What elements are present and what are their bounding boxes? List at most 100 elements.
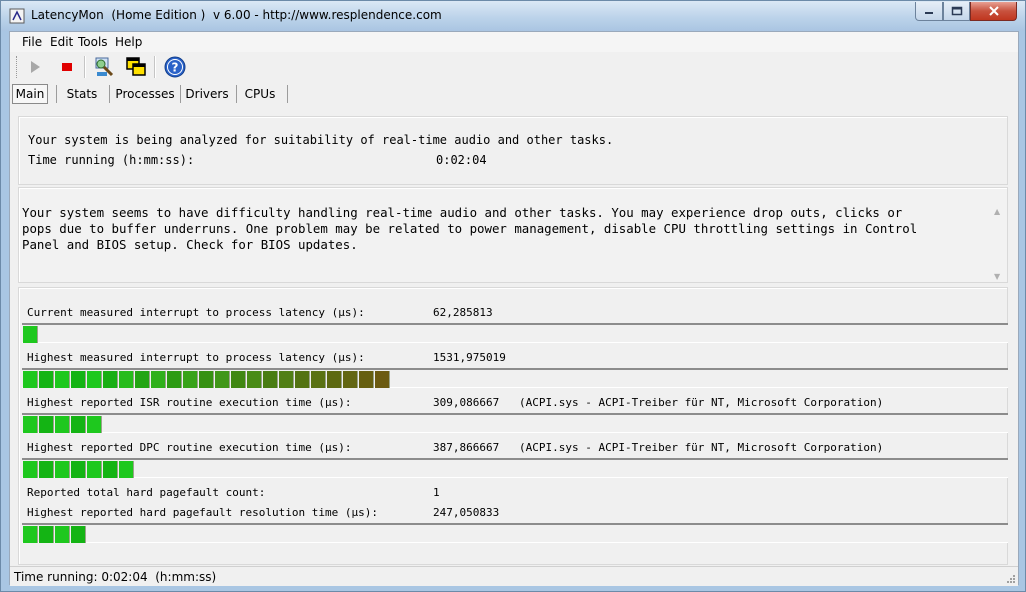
bar-segment xyxy=(375,371,390,388)
bar-segment xyxy=(327,371,342,388)
menu-edit[interactable]: Edit xyxy=(50,35,73,49)
bar-segment xyxy=(23,461,38,478)
menu-tools[interactable]: Tools xyxy=(78,35,108,49)
metric-label: Highest measured interrupt to process la… xyxy=(27,351,365,364)
metric-detail: (ACPI.sys - ACPI-Treiber für NT, Microso… xyxy=(519,396,884,409)
tab-stats[interactable]: Stats xyxy=(62,84,102,104)
bar-segment xyxy=(87,416,102,433)
menu-file[interactable]: File xyxy=(22,35,42,49)
close-button[interactable] xyxy=(970,2,1017,21)
time-running-value: 0:02:04 xyxy=(436,153,487,167)
client-area: File Edit Tools Help ? Main Stats Proces… xyxy=(9,31,1019,586)
maximize-button[interactable] xyxy=(943,2,970,21)
bar-segment xyxy=(103,461,118,478)
bar-segment xyxy=(119,371,134,388)
minimize-button[interactable] xyxy=(915,2,943,21)
bar-segment xyxy=(247,371,262,388)
metric-value: 309,086667 xyxy=(433,396,500,409)
toolbar-grip[interactable] xyxy=(16,56,20,78)
help-button[interactable]: ? xyxy=(162,55,188,79)
metric-label: Highest reported ISR routine execution t… xyxy=(27,396,352,409)
stop-button[interactable] xyxy=(54,55,80,79)
metric-value: 387,866667 xyxy=(433,441,500,454)
search-tool-button[interactable] xyxy=(91,55,117,79)
bar-segment xyxy=(119,461,134,478)
tab-separator xyxy=(109,85,110,103)
bar-segment xyxy=(71,526,86,543)
bar-segment xyxy=(39,416,54,433)
bar-segment xyxy=(279,371,294,388)
app-icon[interactable] xyxy=(9,8,25,24)
conclusion-line-1: Your system seems to have difficulty han… xyxy=(22,205,903,220)
scroll-down-icon[interactable]: ▼ xyxy=(994,272,1000,281)
bar-segment xyxy=(23,416,38,433)
bar-segment xyxy=(215,371,230,388)
bar-segment xyxy=(87,461,102,478)
analysis-status-panel: Your system is being analyzed for suitab… xyxy=(18,116,1008,185)
metric-detail: (ACPI.sys - ACPI-Treiber für NT, Microso… xyxy=(519,441,884,454)
bar-segment xyxy=(23,371,38,388)
scroll-up-icon[interactable]: ▲ xyxy=(994,207,1000,216)
bar-segment xyxy=(55,461,70,478)
bar-segment xyxy=(231,371,246,388)
window-title: LatencyMon (Home Edition ) v 6.00 - http… xyxy=(31,8,442,22)
start-button[interactable] xyxy=(22,55,48,79)
toolbar-separator xyxy=(84,56,86,78)
metric-label: Highest reported DPC routine execution t… xyxy=(27,441,352,454)
tab-bar: Main Stats Processes Drivers CPUs xyxy=(10,82,1018,106)
metric-value: 1531,975019 xyxy=(433,351,506,364)
latency-bar xyxy=(22,368,1008,388)
conclusion-panel: Your system seems to have difficulty han… xyxy=(18,187,1008,283)
bar-segment xyxy=(343,371,358,388)
metrics-panel: Current measured interrupt to process la… xyxy=(18,287,1008,565)
tab-processes[interactable]: Processes xyxy=(114,84,176,104)
menu-bar: File Edit Tools Help xyxy=(10,32,1018,52)
latency-bar xyxy=(22,523,1008,543)
bar-segment xyxy=(55,526,70,543)
tab-separator xyxy=(56,85,57,103)
bar-segment xyxy=(55,416,70,433)
app-window: LatencyMon (Home Edition ) v 6.00 - http… xyxy=(0,0,1026,592)
bar-segment xyxy=(359,371,374,388)
tab-cpus[interactable]: CPUs xyxy=(240,84,280,104)
metric-label: Current measured interrupt to process la… xyxy=(27,306,365,319)
metric-label: Highest reported hard pagefault resoluti… xyxy=(27,506,378,519)
bar-segment xyxy=(23,526,38,543)
maximize-icon xyxy=(951,6,962,16)
metric-value: 247,050833 xyxy=(433,506,500,519)
toolbar: ? xyxy=(10,52,1018,82)
bar-segment xyxy=(71,371,86,388)
bar-segment xyxy=(263,371,278,388)
bar-segment xyxy=(151,371,166,388)
bar-segment xyxy=(71,416,86,433)
tab-drivers[interactable]: Drivers xyxy=(184,84,230,104)
title-bar[interactable]: LatencyMon (Home Edition ) v 6.00 - http… xyxy=(1,1,1025,31)
bar-segment xyxy=(23,326,38,343)
metric-value: 1 xyxy=(433,486,440,499)
latency-bar xyxy=(22,458,1008,478)
bar-segment xyxy=(295,371,310,388)
latency-bar xyxy=(22,323,1008,343)
metric-value: 62,285813 xyxy=(433,306,493,319)
conclusion-line-2: pops due to buffer underruns. One proble… xyxy=(22,221,918,236)
bar-segment xyxy=(39,526,54,543)
status-bar-text: Time running: 0:02:04 (h:mm:ss) xyxy=(14,570,217,584)
resize-grip-icon[interactable] xyxy=(1006,574,1016,584)
metric-label: Reported total hard pagefault count: xyxy=(27,486,266,499)
bar-segment xyxy=(39,461,54,478)
copy-windows-icon xyxy=(126,57,146,76)
bar-segment xyxy=(311,371,326,388)
bar-segment xyxy=(199,371,214,388)
bar-segment xyxy=(55,371,70,388)
tab-main[interactable]: Main xyxy=(12,84,48,104)
conclusion-scrollbar[interactable]: ▲ ▼ xyxy=(991,205,1005,281)
menu-help[interactable]: Help xyxy=(115,35,142,49)
time-running-label: Time running (h:mm:ss): xyxy=(28,153,195,167)
bar-segment xyxy=(103,371,118,388)
bar-segment xyxy=(167,371,182,388)
copy-windows-button[interactable] xyxy=(123,55,149,79)
toolbar-separator xyxy=(154,56,156,78)
bar-segment xyxy=(87,371,102,388)
stop-icon xyxy=(62,63,72,71)
tab-separator xyxy=(236,85,237,103)
